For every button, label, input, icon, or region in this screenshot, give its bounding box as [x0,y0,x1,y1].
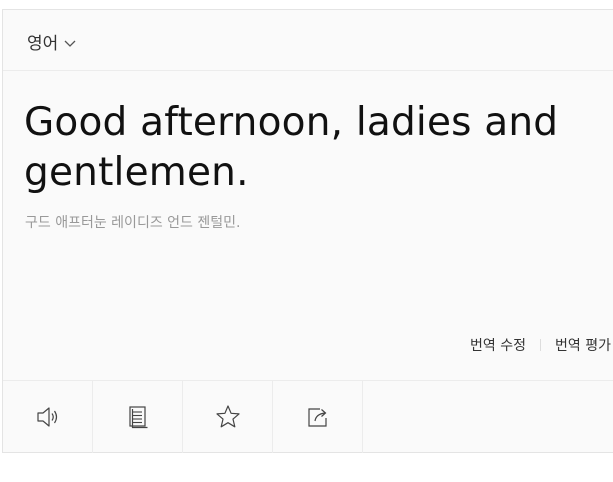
translation-result-panel: 영어 Good afternoon, ladies and gentlemen.… [2,9,613,453]
favorite-button[interactable] [183,381,273,453]
chevron-down-icon [63,35,77,49]
edit-translation-link[interactable]: 번역 수정 [470,335,526,355]
translated-text: Good afternoon, ladies and gentlemen. [24,100,559,195]
rate-translation-link[interactable]: 번역 평가 [555,335,611,355]
document-icon [128,406,147,429]
toolbar [3,380,613,454]
share-button[interactable] [273,381,363,453]
divider [540,339,542,351]
share-icon [307,408,327,427]
star-icon [215,405,240,428]
copy-button[interactable] [93,381,183,453]
language-label: 영어 [27,34,59,54]
speaker-icon [36,407,57,427]
listen-button[interactable] [3,381,93,453]
language-select[interactable]: 영어 [27,29,77,54]
language-bar: 영어 [3,10,613,71]
action-links: 번역 수정 번역 평가 [470,335,611,355]
pronunciation-text: 구드 애프터눈 레이디즈 언드 젠털민. [25,215,241,231]
